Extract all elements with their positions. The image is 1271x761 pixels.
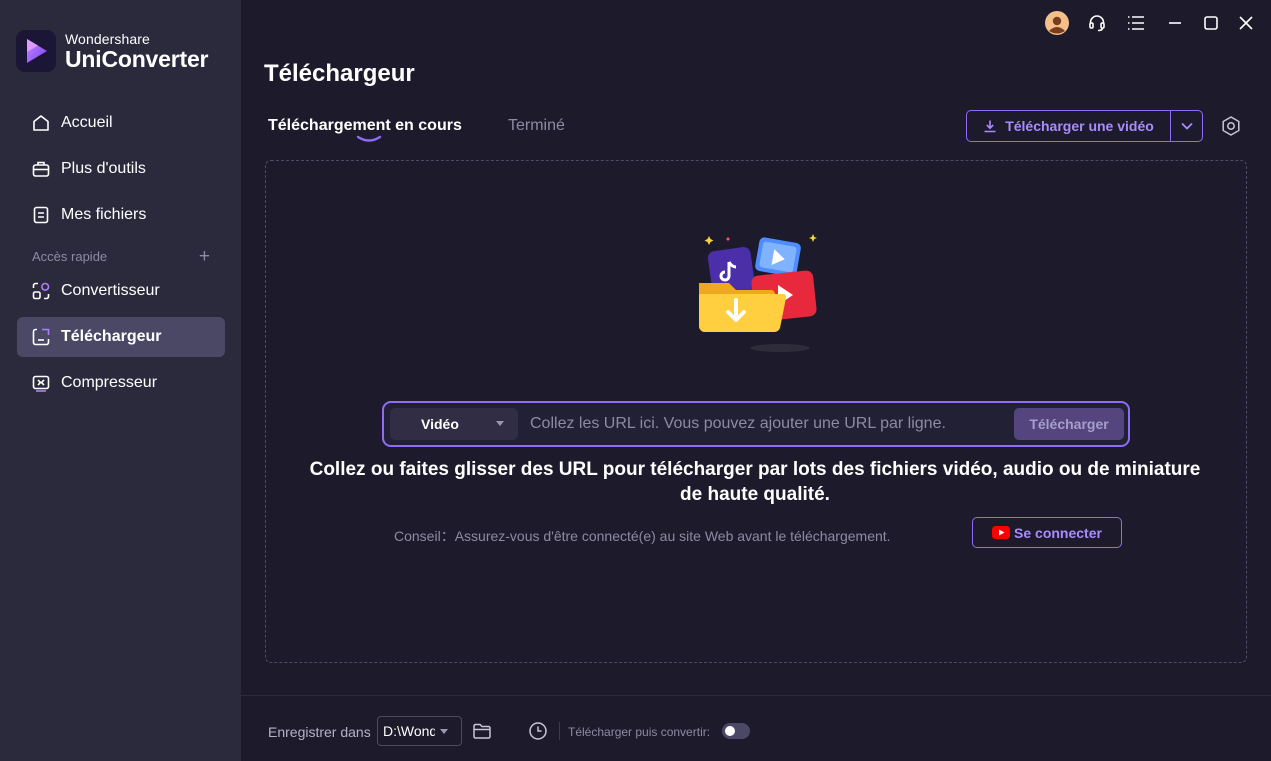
quick-access-header: Accès rapide + <box>32 246 210 266</box>
convert-after-download-toggle[interactable] <box>722 723 750 739</box>
compressor-icon <box>30 372 52 394</box>
media-download-illustration-icon <box>699 234 817 352</box>
media-type-select[interactable]: Vidéo <box>390 408 518 440</box>
login-button[interactable]: Se connecter <box>972 517 1122 548</box>
quick-access-label: Accès rapide <box>32 248 108 264</box>
sidebar-item-label: Plus d'outils <box>61 160 146 177</box>
download-icon <box>984 120 996 133</box>
toggle-knob <box>725 726 735 736</box>
dropzone-headline: Collez ou faites glisser des URL pour té… <box>309 459 1201 505</box>
avatar-icon[interactable] <box>1044 10 1070 36</box>
sidebar-item-label: Accueil <box>61 114 113 131</box>
download-submit-button[interactable]: Télécharger <box>1014 408 1124 440</box>
tab-en-cours[interactable]: Téléchargement en cours <box>268 117 462 135</box>
support-headset-icon[interactable] <box>1084 10 1110 36</box>
footer-separator <box>559 722 560 740</box>
settings-button[interactable] <box>1219 114 1243 138</box>
home-icon <box>30 112 52 134</box>
convert-after-download-label: Télécharger puis convertir: <box>568 725 711 739</box>
sidebar-item-accueil[interactable]: Accueil <box>17 103 225 143</box>
sidebar-item-label: Mes fichiers <box>61 206 147 223</box>
downloader-icon <box>30 326 52 348</box>
sidebar-item-mes-fichiers[interactable]: Mes fichiers <box>17 195 225 235</box>
url-input[interactable] <box>530 408 1010 440</box>
footer-divider <box>241 695 1271 696</box>
brand-company: Wondershare <box>65 30 150 47</box>
menu-icon[interactable] <box>1123 10 1149 36</box>
download-video-label: Télécharger une vidéo <box>1005 118 1154 134</box>
folder-icon[interactable] <box>472 721 492 741</box>
save-path-value: D:\Wondershare UniConverter <box>383 723 435 739</box>
page-title: Téléchargeur <box>264 60 415 87</box>
settings-icon <box>1222 116 1240 136</box>
minimize-icon[interactable] <box>1162 10 1188 36</box>
download-video-button[interactable]: Télécharger une vidéo <box>967 111 1171 141</box>
brand: Wondershare UniConverter <box>16 30 208 72</box>
sidebar-item-telechargeur[interactable]: Téléchargeur <box>17 317 225 357</box>
sidebar-item-convertisseur[interactable]: Convertisseur <box>17 271 225 311</box>
save-path-select[interactable]: D:\Wondershare UniConverter <box>377 716 462 746</box>
sidebar-item-compresseur[interactable]: Compresseur <box>17 363 225 403</box>
url-input-bar: Vidéo Télécharger <box>382 401 1130 447</box>
caret-down-icon <box>496 421 504 426</box>
close-icon[interactable] <box>1233 10 1259 36</box>
uniconverter-logo-icon <box>16 30 56 72</box>
clock-icon[interactable] <box>528 721 548 741</box>
tab-active-indicator <box>356 135 382 142</box>
youtube-icon <box>992 526 1011 539</box>
download-options-dropdown[interactable] <box>1171 111 1202 141</box>
brand-product: UniConverter <box>65 45 209 72</box>
converter-icon <box>30 280 52 302</box>
save-location-label: Enregistrer dans <box>268 724 371 740</box>
sidebar-item-label: Convertisseur <box>61 282 160 299</box>
sidebar-item-label: Compresseur <box>61 374 158 391</box>
caret-down-icon <box>440 729 448 734</box>
chevron-down-icon <box>1180 122 1193 130</box>
tab-termine[interactable]: Terminé <box>508 117 565 135</box>
download-video-split-button: Télécharger une vidéo <box>966 110 1203 142</box>
plus-icon[interactable]: + <box>199 247 210 266</box>
login-tip: Conseil：Assurez-vous d'être connecté(e) … <box>394 528 891 544</box>
sidebar-item-plus-outils[interactable]: Plus d'outils <box>17 149 225 189</box>
sidebar: Wondershare UniConverter Accueil Plus d'… <box>0 0 241 761</box>
files-icon <box>30 204 52 226</box>
sidebar-item-label: Téléchargeur <box>61 328 162 345</box>
maximize-icon[interactable] <box>1198 10 1224 36</box>
toolbox-icon <box>30 158 52 180</box>
login-button-label: Se connecter <box>1014 524 1102 541</box>
media-type-value: Vidéo <box>421 416 459 432</box>
